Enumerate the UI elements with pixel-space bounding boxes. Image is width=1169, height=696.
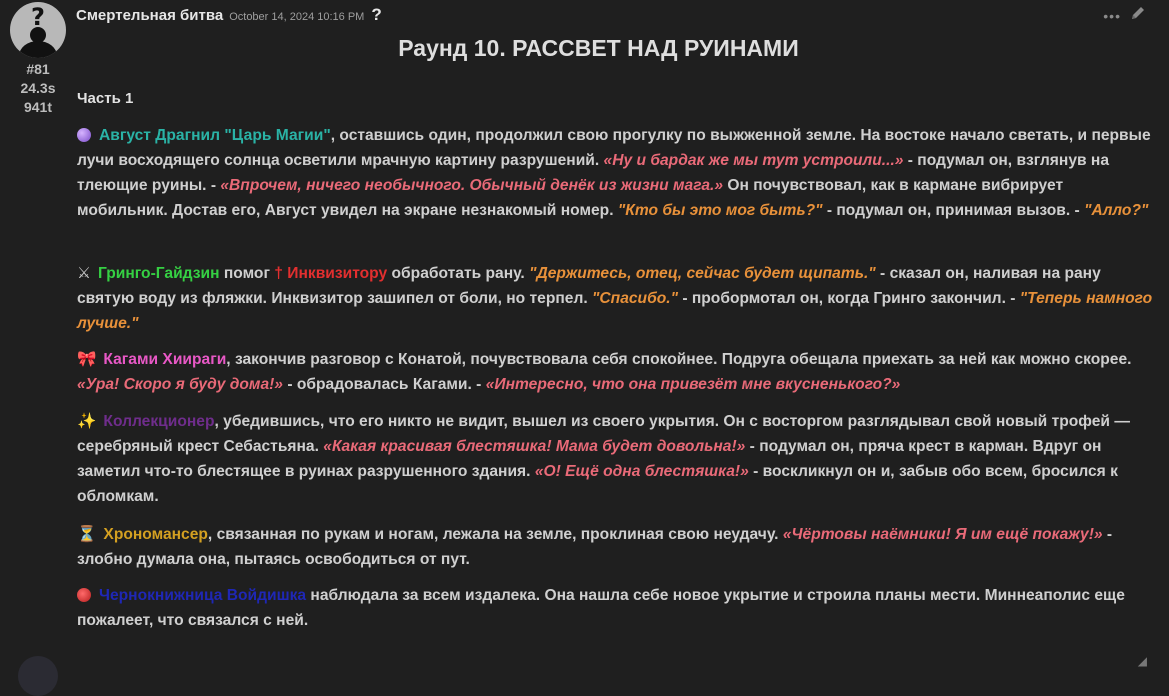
story-paragraph-avgust: Август Драгнил "Царь Магии", оставшись о…: [77, 123, 1157, 223]
character-quote: «Ну и бардак же мы тут устроили...»: [603, 152, 904, 169]
character-quote: «О! Ещё одна блестяшка!»: [534, 463, 749, 480]
post-header: Смертельная битва October 14, 2024 10:16…: [76, 5, 382, 25]
character-name: Чернокнижница Войдишка: [99, 587, 307, 604]
post-title: Раунд 10. РАССВЕТ НАД РУИНАМИ: [398, 35, 799, 61]
narration: - подумал он, принимая вызов. -: [822, 202, 1085, 219]
narration: , связанная по рукам и ногам, лежала на …: [207, 526, 783, 543]
author-name[interactable]: Смертельная битва: [76, 7, 223, 24]
character-quote: "Держитесь, отец, сейчас будет щипать.": [529, 265, 876, 282]
narration: обработать рану.: [387, 265, 530, 282]
character-name: Август Драгнил "Царь Магии": [99, 127, 331, 144]
character-name: Коллекционер: [103, 413, 215, 430]
narration: - пробормотал он, когда Гринго закончил.…: [678, 290, 1020, 307]
post-stats: #81 24.3s 941t: [0, 60, 76, 117]
more-options-icon[interactable]: •••: [1103, 8, 1121, 24]
ribbon-bow-icon: 🎀: [77, 350, 97, 368]
character-quote: "Кто бы это мог быть?": [617, 202, 823, 219]
character-name: Гринго-Гайдзин: [97, 265, 220, 282]
character-name: Хрономансер: [103, 526, 208, 543]
narration: - обрадовалась Кагами. -: [282, 376, 486, 393]
narration: , закончив разговор с Конатой, почувство…: [226, 351, 1132, 368]
sparkles-icon: ✨: [77, 412, 97, 430]
character-quote: "Алло?": [1084, 202, 1149, 219]
character-name: † Инквизитору: [274, 265, 388, 282]
character-quote: «Ура! Скоро я буду дома!»: [77, 376, 283, 393]
story-paragraph-kagami: 🎀 Кагами Хиираги, закончив разговор с Кон…: [77, 347, 1157, 397]
part-heading: Часть 1: [77, 90, 134, 107]
generation-time: 24.3s: [20, 80, 56, 96]
next-post-avatar[interactable]: [18, 656, 58, 696]
character-quote: «Интересно, что она привезёт мне вкуснен…: [485, 376, 901, 393]
avatar[interactable]: ?: [10, 2, 66, 58]
devil-face-icon: [77, 588, 91, 602]
character-quote: «Впрочем, ничего необычного. Обычный ден…: [220, 177, 723, 194]
help-icon[interactable]: ?: [371, 5, 381, 25]
post-date: October 14, 2024 10:16 PM: [229, 11, 365, 23]
crystal-ball-icon: [77, 128, 91, 142]
story-paragraph-gringo: ⚔ Гринго-Гайдзин помог † Инквизитору обра…: [77, 261, 1157, 336]
avatar-silhouette-body: [19, 41, 57, 58]
post-actions: •••: [1103, 4, 1147, 27]
character-quote: "Спасибо.": [592, 290, 678, 307]
character-quote: «Какая красивая блестяшка! Мама будет до…: [323, 438, 746, 455]
story-paragraph-voidishka: Чернокнижница Войдишка наблюдала за всем…: [77, 583, 1157, 633]
character-name: Кагами Хиираги: [103, 351, 227, 368]
story-paragraph-chronomancer: ⏳ Хрономансер, связанная по рукам и ногам…: [77, 522, 1157, 572]
story-paragraph-collector: ✨ Коллекционер, убедившись, что его никто…: [77, 409, 1157, 509]
narration: помог: [219, 265, 275, 282]
character-quote: «Чёртовы наёмники! Я им ещё покажу!»: [782, 526, 1103, 543]
hourglass-icon: ⏳: [77, 525, 97, 543]
post-number: #81: [26, 61, 50, 77]
token-count: 941t: [23, 99, 53, 115]
edit-pencil-icon[interactable]: [1129, 4, 1147, 27]
crossed-swords-icon: ⚔: [77, 264, 91, 282]
